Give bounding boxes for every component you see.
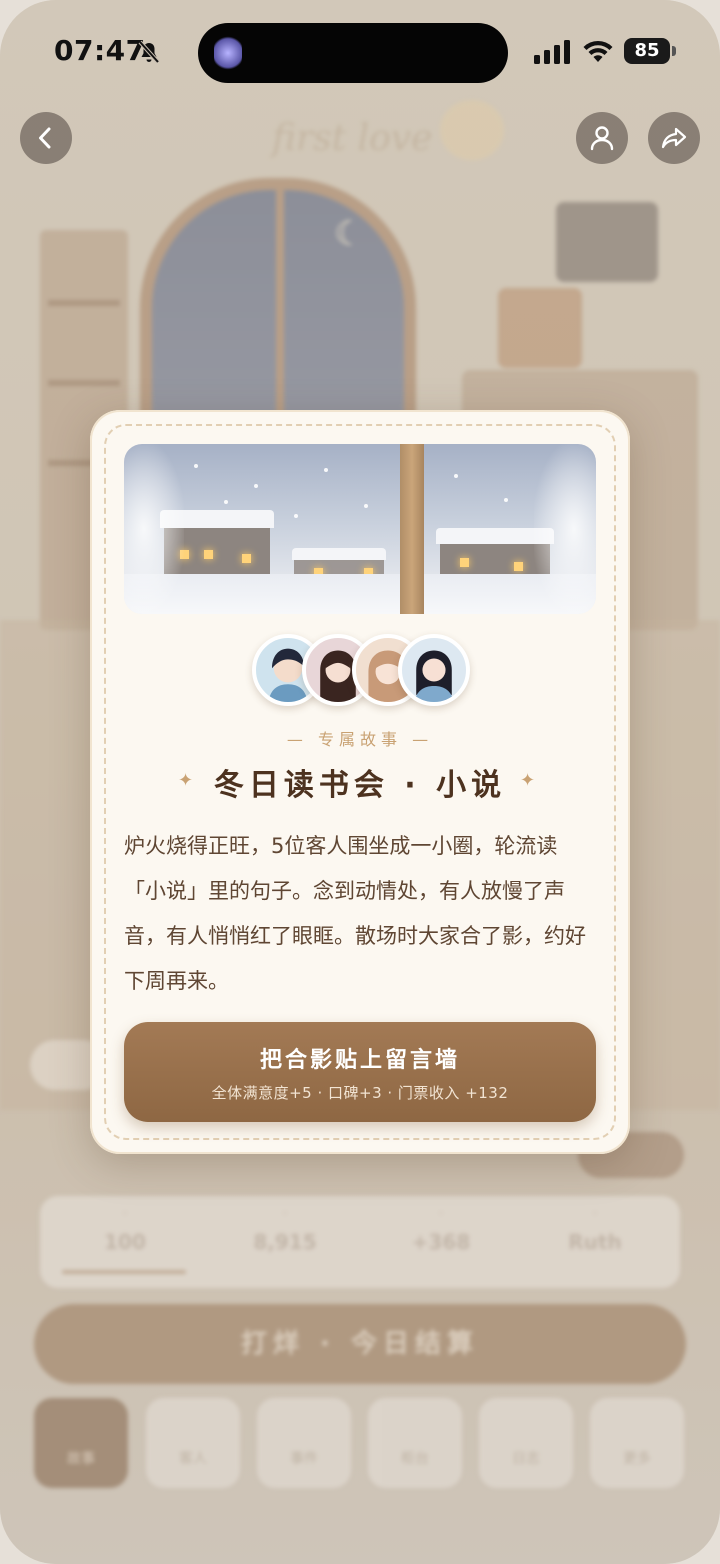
guest-avatars [252,634,472,714]
chevron-left-icon [39,127,51,149]
battery-indicator: 85 [624,38,676,64]
snowflake [324,468,328,472]
winter-scene-image [124,444,596,614]
wifi-icon [583,40,613,62]
story-body: 炉火烧得正旺，5位客人围坐成一小圈，轮流读「小说」里的句子。念到动情处，有人放慢… [124,834,586,993]
cta-rewards: 全体满意度+5 · 口碑+3 · 门票收入 +132 [211,1084,509,1102]
roof [292,548,386,560]
story-tag: — 专属故事 — [286,730,434,749]
avatar [398,634,470,706]
status-bar: 07:47 85 [0,0,720,100]
snowflake [364,504,368,508]
phone-screen: first love ☾ · 100 · 8,915 · +368 · Ruth 打烊 … [0,0,720,1564]
window-light [514,562,523,571]
snowflake [504,498,508,502]
dynamic-island [198,23,508,83]
bell-muted-icon [138,40,160,64]
story-modal: — 专属故事 — ✦ 冬日读书会 · 小说 ✦ 炉火烧得正旺，5位客人围坐成一小… [90,410,630,1154]
frost [534,444,596,614]
snowflake [294,514,298,518]
snowflake [194,464,198,468]
window-light [242,554,251,563]
window-light [460,558,469,567]
snowflake [224,500,228,504]
share-icon [661,127,687,149]
flashlight-icon [214,34,242,72]
back-button[interactable] [20,112,72,164]
user-icon [590,126,614,151]
window-frame [400,444,424,614]
cta-title: 把合影贴上留言墙 [259,1048,460,1073]
battery-tip [672,46,676,56]
snow-ground [124,574,596,614]
battery-level: 85 [624,38,670,64]
sparkle-icon: ✦ [520,770,536,791]
post-photo-button[interactable]: 把合影贴上留言墙 全体满意度+5 · 口碑+3 · 门票收入 +132 [124,1022,596,1122]
window-light [204,550,213,559]
status-time: 07:47 [54,34,146,67]
profile-button[interactable] [576,112,628,164]
share-button[interactable] [648,112,700,164]
snowflake [254,484,258,488]
signal-icon [534,40,570,64]
snowflake [454,474,458,478]
story-title: 冬日读书会 · 小说 [213,768,507,803]
frost [124,444,184,614]
